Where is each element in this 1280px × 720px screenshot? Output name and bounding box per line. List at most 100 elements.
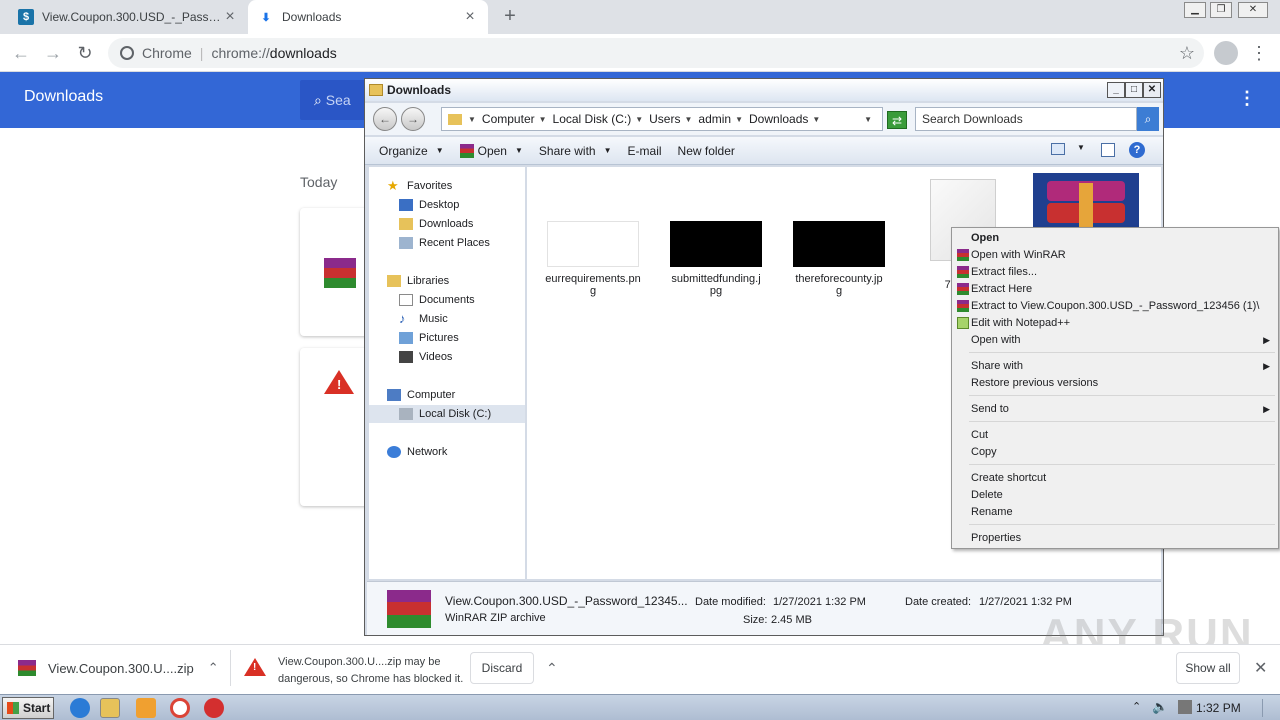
volume-icon[interactable]: 🔈 [1152,699,1168,715]
start-button[interactable]: Start [2,697,54,719]
nav-item-downloads[interactable]: Downloads [399,215,473,233]
menu-item-share-with[interactable]: Share with ▶ [954,358,1276,375]
breadcrumb[interactable]: ▼ Computer ▼ Local Disk (C:) ▼ Users ▼ admi… [441,107,883,131]
chevron-up-icon[interactable]: ⌃ [546,660,558,677]
new-tab-button[interactable]: + [498,4,522,28]
nav-item-network[interactable]: Network [387,443,447,461]
refresh-icon[interactable]: ⇄ [887,111,907,129]
forward-button[interactable]: → [401,107,425,131]
profile-avatar[interactable] [1214,41,1238,65]
media-player-icon[interactable] [136,698,156,718]
context-menu: Open Open with WinRAR Extract files... E… [951,227,1279,549]
show-desktop-button[interactable] [1262,699,1276,717]
nav-item-recent-places[interactable]: Recent Places [399,234,490,252]
chevron-down-icon[interactable]: ▼ [864,115,872,124]
close-tab-icon[interactable]: × [222,8,238,26]
breadcrumb-item[interactable]: Downloads [749,112,808,126]
nav-item-favorites[interactable]: ★ Favorites [387,177,452,195]
window-titlebar[interactable]: Downloads [365,79,1163,101]
file-item[interactable]: thereforecounty.jp g [789,221,889,297]
file-item[interactable]: submittedfunding.j pg [666,221,766,297]
nav-item-computer[interactable]: Computer [387,386,455,404]
discard-button[interactable]: Discard [470,652,534,684]
breadcrumb-item[interactable]: Users [649,112,680,126]
share-with-button[interactable]: Share with ▼ [531,144,620,158]
menu-item-edit-notepad[interactable]: Edit with Notepad++ [954,315,1276,332]
download-card[interactable] [300,208,370,336]
menu-item-create-shortcut[interactable]: Create shortcut [954,470,1276,487]
file-item[interactable]: eurrequirements.pn g [543,221,643,297]
clock[interactable]: 1:32 PM [1196,701,1241,715]
menu-item-restore-versions[interactable]: Restore previous versions [954,375,1276,392]
nav-item-videos[interactable]: Videos [399,348,452,366]
back-button[interactable]: ← [8,40,34,66]
documents-icon [399,294,413,306]
show-all-button[interactable]: Show all [1176,652,1240,684]
close-shelf-icon[interactable]: ✕ [1254,658,1267,678]
winrar-file-icon [324,258,356,288]
close-window-button[interactable]: ✕ [1238,2,1268,18]
address-bar[interactable]: Chrome | chrome:// downloads [108,38,1204,68]
nav-item-documents[interactable]: Documents [399,291,475,309]
tab-downloads[interactable]: ⬇ Downloads × [248,0,488,34]
breadcrumb-item[interactable]: admin [698,112,731,126]
shelf-divider [230,650,231,686]
menu-item-open[interactable]: Open [954,230,1276,247]
more-actions-icon[interactable]: ⋮ [1238,88,1256,109]
view-options-icon[interactable] [1051,143,1065,155]
menu-item-copy[interactable]: Copy [954,444,1276,461]
restore-button[interactable]: ❐ [1210,2,1232,18]
reload-button[interactable]: ↻ [72,40,98,66]
chevron-up-icon[interactable]: ⌃ [208,660,219,676]
close-tab-icon[interactable]: × [462,8,478,26]
star-icon: ★ [387,178,399,193]
tray-expand-icon[interactable]: ⌃ [1132,700,1141,713]
menu-item-open-with-winrar[interactable]: Open with WinRAR [954,247,1276,264]
breadcrumb-item[interactable]: Local Disk (C:) [553,112,632,126]
tab-coupon[interactable]: $ View.Coupon.300.USD_-_Password_ × [8,0,248,34]
menu-item-send-to[interactable]: Send to ▶ [954,401,1276,418]
close-button[interactable]: ✕ [1143,82,1161,98]
security-app-icon[interactable] [204,698,224,718]
downloads-search-input[interactable]: ⌕ Sea [300,80,370,120]
minimize-button[interactable]: _ [1107,82,1125,98]
search-icon[interactable]: ⌕ [1137,107,1159,131]
shelf-download-item[interactable]: View.Coupon.300.U....zip ⌃ [18,660,219,676]
back-button[interactable]: ← [373,107,397,131]
menu-item-extract-files[interactable]: Extract files... [954,264,1276,281]
maximize-button[interactable]: □ [1125,82,1143,98]
nav-item-desktop[interactable]: Desktop [399,196,459,214]
file-name: pg [709,285,723,297]
minimize-button[interactable]: ▁ [1184,2,1206,18]
menu-item-open-with[interactable]: Open with ▶ [954,332,1276,349]
menu-item-properties[interactable]: Properties [954,530,1276,547]
internet-explorer-icon[interactable] [70,698,90,718]
chrome-icon [120,46,134,60]
menu-item-extract-here[interactable]: Extract Here [954,281,1276,298]
explorer-taskbar-icon[interactable] [100,698,120,718]
open-button[interactable]: Open ▼ [452,143,531,158]
nav-item-local-disk[interactable]: Local Disk (C:) [369,405,525,423]
help-icon[interactable]: ? [1129,142,1145,158]
nav-item-music[interactable]: ♪ Music [399,310,448,328]
download-card-blocked[interactable]: ! [300,348,370,506]
menu-separator [969,421,1275,422]
organize-button[interactable]: Organize ▼ [371,144,452,158]
menu-item-rename[interactable]: Rename [954,504,1276,521]
new-folder-button[interactable]: New folder [670,144,743,158]
forward-button[interactable]: → [40,40,66,66]
nav-item-libraries[interactable]: Libraries [387,272,449,290]
chrome-taskbar-icon[interactable] [170,698,190,718]
preview-pane-icon[interactable] [1101,143,1115,157]
chevron-down-icon[interactable]: ▼ [1077,143,1085,152]
menu-item-cut[interactable]: Cut [954,427,1276,444]
email-button[interactable]: E-mail [620,144,670,158]
breadcrumb-item[interactable]: Computer [482,112,535,126]
nav-item-pictures[interactable]: Pictures [399,329,459,347]
network-tray-icon[interactable] [1178,700,1192,714]
bookmark-star-icon[interactable]: ☆ [1174,40,1200,66]
menu-item-extract-to[interactable]: Extract to View.Coupon.300.USD_-_Passwor… [954,298,1276,315]
explorer-search-input[interactable]: Search Downloads [915,107,1137,131]
menu-icon[interactable]: ⋮ [1246,40,1272,66]
menu-item-delete[interactable]: Delete [954,487,1276,504]
